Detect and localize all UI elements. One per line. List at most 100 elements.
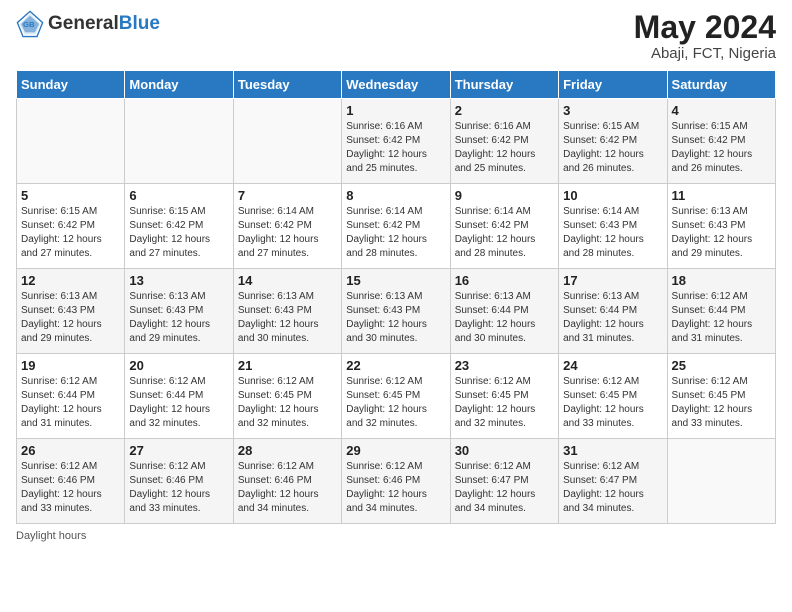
calendar-cell: 20 Sunrise: 6:12 AMSunset: 6:44 PMDayligh… [125,354,233,439]
day-detail: Sunrise: 6:12 AMSunset: 6:45 PMDaylight:… [563,375,662,431]
day-number: 14 [238,273,337,288]
calendar-cell: 8Sunrise: 6:14 AMSunset: 6:42 PMDaylight… [342,184,450,269]
day-detail: Sunrise: 6:13 AMSunset: 6:43 PMDaylight:… [238,290,337,346]
calendar-week-3: 12 Sunrise: 6:13 AMSunset: 6:43 PMDayligh… [17,269,776,354]
day-number: 21 [238,358,337,373]
calendar-week-2: 5 Sunrise: 6:15 AMSunset: 6:42 PMDaylight… [17,184,776,269]
calendar-cell: 3 Sunrise: 6:15 AMSunset: 6:42 PMDaylight… [559,99,667,184]
calendar-header-row: SundayMondayTuesdayWednesdayThursdayFrid… [17,71,776,99]
calendar-week-4: 19 Sunrise: 6:12 AMSunset: 6:44 PMDayligh… [17,354,776,439]
day-detail: Sunrise: 6:12 AMSunset: 6:46 PMDaylight:… [346,460,445,516]
day-detail: Sunrise: 6:12 AMSunset: 6:44 PMDaylight:… [672,290,771,346]
calendar-cell: 31 Sunrise: 6:12 AMSunset: 6:47 PMDayligh… [559,439,667,524]
day-detail: Sunrise: 6:14 AMSunset: 6:43 PMDaylight:… [563,205,662,261]
day-number: 31 [563,443,662,458]
day-detail: Sunrise: 6:15 AMSunset: 6:42 PMDaylight:… [563,120,662,176]
day-number: 12 [21,273,120,288]
day-header-saturday: Saturday [667,71,775,99]
day-detail: Sunrise: 6:12 AMSunset: 6:47 PMDaylight:… [563,460,662,516]
calendar-cell: 5 Sunrise: 6:15 AMSunset: 6:42 PMDaylight… [17,184,125,269]
calendar-cell: 21 Sunrise: 6:12 AMSunset: 6:45 PMDayligh… [233,354,341,439]
day-number: 26 [21,443,120,458]
calendar-cell: 17Sunrise: 6:13 AMSunset: 6:44 PMDayligh… [559,269,667,354]
day-number: 15 [346,273,445,288]
day-header-wednesday: Wednesday [342,71,450,99]
day-detail: Sunrise: 6:12 AMSunset: 6:46 PMDaylight:… [238,460,337,516]
day-detail: Sunrise: 6:14 AMSunset: 6:42 PMDaylight:… [238,205,337,261]
day-detail: Sunrise: 6:13 AMSunset: 6:43 PMDaylight:… [21,290,120,346]
day-header-friday: Friday [559,71,667,99]
day-detail: Sunrise: 6:12 AMSunset: 6:44 PMDaylight:… [21,375,120,431]
title-area: May 2024 Abaji, FCT, Nigeria [634,10,776,62]
calendar-cell: 15 Sunrise: 6:13 AMSunset: 6:43 PMDayligh… [342,269,450,354]
day-detail: Sunrise: 6:12 AMSunset: 6:46 PMDaylight:… [129,460,228,516]
calendar-cell: 22Sunrise: 6:12 AMSunset: 6:45 PMDayligh… [342,354,450,439]
calendar-cell: 24 Sunrise: 6:12 AMSunset: 6:45 PMDayligh… [559,354,667,439]
calendar-cell: 25Sunrise: 6:12 AMSunset: 6:45 PMDayligh… [667,354,775,439]
calendar-cell: 27Sunrise: 6:12 AMSunset: 6:46 PMDayligh… [125,439,233,524]
day-detail: Sunrise: 6:12 AMSunset: 6:44 PMDaylight:… [129,375,228,431]
day-number: 7 [238,188,337,203]
calendar-cell [233,99,341,184]
day-number: 2 [455,103,554,118]
calendar-cell: 29 Sunrise: 6:12 AMSunset: 6:46 PMDayligh… [342,439,450,524]
day-detail: Sunrise: 6:12 AMSunset: 6:46 PMDaylight:… [21,460,120,516]
day-number: 4 [672,103,771,118]
day-number: 5 [21,188,120,203]
calendar-cell: 6Sunrise: 6:15 AMSunset: 6:42 PMDaylight… [125,184,233,269]
day-number: 16 [455,273,554,288]
calendar-cell [17,99,125,184]
logo-general: General [48,13,119,34]
calendar-cell: 30Sunrise: 6:12 AMSunset: 6:47 PMDayligh… [450,439,558,524]
calendar-cell: 14 Sunrise: 6:13 AMSunset: 6:43 PMDayligh… [233,269,341,354]
day-detail: Sunrise: 6:13 AMSunset: 6:43 PMDaylight:… [346,290,445,346]
calendar-cell: 10 Sunrise: 6:14 AMSunset: 6:43 PMDayligh… [559,184,667,269]
day-header-monday: Monday [125,71,233,99]
calendar-cell: 26 Sunrise: 6:12 AMSunset: 6:46 PMDayligh… [17,439,125,524]
svg-text:GB: GB [23,20,35,29]
footer-note: Daylight hours [16,530,776,542]
logo-icon: GB [16,10,44,38]
day-number: 3 [563,103,662,118]
day-detail: Sunrise: 6:13 AMSunset: 6:44 PMDaylight:… [563,290,662,346]
logo: GB GeneralBlue [16,10,160,38]
calendar-cell: 2 Sunrise: 6:16 AMSunset: 6:42 PMDaylight… [450,99,558,184]
month-year: May 2024 [634,10,776,45]
daylight-hours-label: Daylight hours [16,530,86,542]
day-detail: Sunrise: 6:15 AMSunset: 6:42 PMDaylight:… [21,205,120,261]
day-detail: Sunrise: 6:13 AMSunset: 6:43 PMDaylight:… [672,205,771,261]
day-number: 29 [346,443,445,458]
day-number: 6 [129,188,228,203]
day-detail: Sunrise: 6:14 AMSunset: 6:42 PMDaylight:… [346,205,445,261]
day-number: 13 [129,273,228,288]
day-detail: Sunrise: 6:16 AMSunset: 6:42 PMDaylight:… [455,120,554,176]
calendar-cell: 18Sunrise: 6:12 AMSunset: 6:44 PMDayligh… [667,269,775,354]
calendar-week-5: 26 Sunrise: 6:12 AMSunset: 6:46 PMDayligh… [17,439,776,524]
day-detail: Sunrise: 6:14 AMSunset: 6:42 PMDaylight:… [455,205,554,261]
day-number: 23 [455,358,554,373]
header: GB GeneralBlue May 2024 Abaji, FCT, Nige… [16,10,776,62]
calendar-cell: 19 Sunrise: 6:12 AMSunset: 6:44 PMDayligh… [17,354,125,439]
calendar-cell: 13Sunrise: 6:13 AMSunset: 6:43 PMDayligh… [125,269,233,354]
day-number: 9 [455,188,554,203]
day-detail: Sunrise: 6:13 AMSunset: 6:44 PMDaylight:… [455,290,554,346]
calendar-cell: 28Sunrise: 6:12 AMSunset: 6:46 PMDayligh… [233,439,341,524]
location: Abaji, FCT, Nigeria [634,45,776,62]
page: GB GeneralBlue May 2024 Abaji, FCT, Nige… [0,0,792,558]
day-number: 19 [21,358,120,373]
day-number: 10 [563,188,662,203]
logo-text: GeneralBlue [48,13,160,35]
day-header-thursday: Thursday [450,71,558,99]
calendar-cell: 12 Sunrise: 6:13 AMSunset: 6:43 PMDayligh… [17,269,125,354]
day-detail: Sunrise: 6:12 AMSunset: 6:45 PMDaylight:… [672,375,771,431]
calendar-cell [667,439,775,524]
day-number: 24 [563,358,662,373]
day-header-tuesday: Tuesday [233,71,341,99]
day-detail: Sunrise: 6:12 AMSunset: 6:45 PMDaylight:… [238,375,337,431]
day-number: 20 [129,358,228,373]
day-detail: Sunrise: 6:12 AMSunset: 6:45 PMDaylight:… [455,375,554,431]
calendar-cell: 7 Sunrise: 6:14 AMSunset: 6:42 PMDaylight… [233,184,341,269]
day-number: 1 [346,103,445,118]
day-number: 30 [455,443,554,458]
day-detail: Sunrise: 6:12 AMSunset: 6:45 PMDaylight:… [346,375,445,431]
